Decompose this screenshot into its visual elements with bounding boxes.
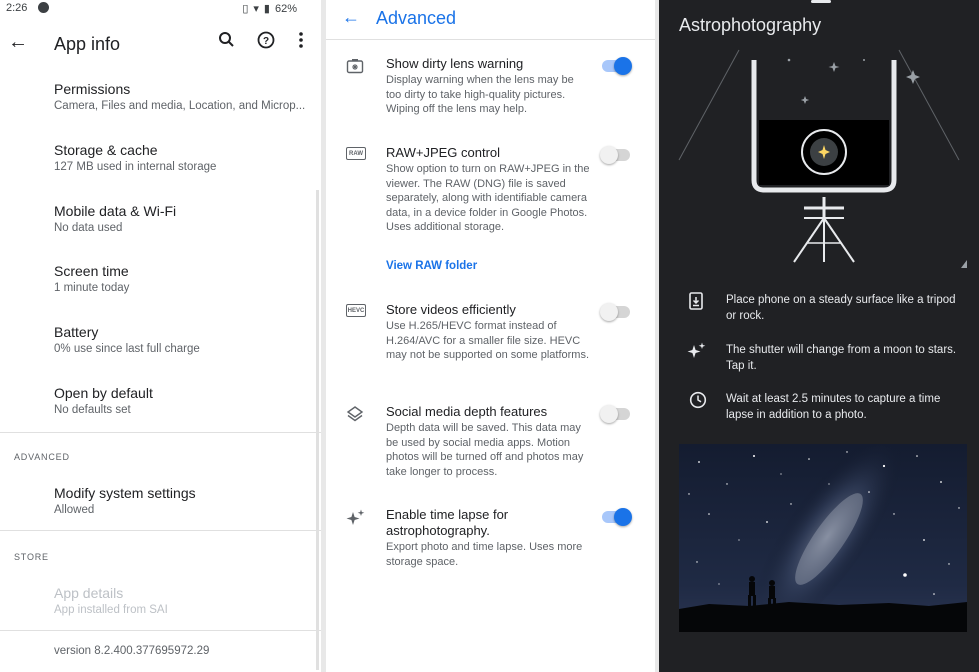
search-icon[interactable] xyxy=(218,31,235,53)
section-divider xyxy=(0,530,321,531)
item-title: App details xyxy=(54,585,124,601)
setting-title: Show dirty lens warning xyxy=(386,56,524,71)
wifi-icon: ▾ xyxy=(253,3,259,15)
page-title: Astrophotography xyxy=(679,15,822,35)
item-title: Modify system settings xyxy=(54,485,196,501)
phone-tripod-illustration xyxy=(678,49,967,268)
scrollbar[interactable] xyxy=(316,190,319,670)
section-divider xyxy=(0,432,321,433)
version-label: version 8.2.400.377695972.29 xyxy=(54,645,313,657)
toggle-knob xyxy=(600,303,618,321)
battery-item[interactable]: Battery 0% use since last full charge xyxy=(54,324,313,355)
item-subtitle: 0% use since last full charge xyxy=(54,343,200,355)
toggle-knob xyxy=(614,57,632,75)
hevc-icon: HEVC xyxy=(346,304,366,317)
battery-icon: ▮ xyxy=(263,3,270,15)
setting-title: Store videos efficiently xyxy=(386,302,516,317)
setting-title: RAW+JPEG control xyxy=(386,145,501,160)
setting-description: Display warning when the lens may be too… xyxy=(386,74,574,115)
item-title: Open by default xyxy=(54,385,153,401)
page-title: Advanced xyxy=(376,8,457,28)
view-raw-folder-link[interactable]: View RAW folder xyxy=(386,260,477,272)
clock-icon xyxy=(689,391,707,413)
app-info-screen: 2:26 ▯ ▾ ▮ 62% ← App info ? Permissions … xyxy=(0,0,321,672)
time-lapse-toggle[interactable] xyxy=(602,508,632,526)
back-arrow-icon[interactable]: ← xyxy=(342,7,360,28)
setting-description: Use H.265/HEVC format instead of H.264/A… xyxy=(386,320,589,361)
app-bar: ← Advanced xyxy=(326,0,655,40)
dirty-lens-toggle[interactable] xyxy=(602,57,632,75)
night-sky-photo xyxy=(679,444,967,632)
item-subtitle: 127 MB used in internal storage xyxy=(54,161,217,173)
tip-text: The shutter will change from a moon to s… xyxy=(726,344,957,372)
setting-description: Export photo and time lapse. Uses more s… xyxy=(386,541,583,568)
item-title: Battery xyxy=(54,324,99,340)
section-header-store: STORE xyxy=(14,552,49,562)
vibrate-icon: ▯ xyxy=(242,3,249,15)
phone-download-icon xyxy=(689,292,703,314)
tip-text: Wait at least 2.5 minutes to capture a t… xyxy=(726,393,941,421)
item-subtitle: No data used xyxy=(54,222,123,234)
setting-description: Depth data will be saved. This data may … xyxy=(386,422,584,478)
section-header-advanced: ADVANCED xyxy=(14,452,70,462)
permissions-item[interactable]: Permissions Camera, Files and media, Loc… xyxy=(54,81,313,112)
section-divider xyxy=(0,630,321,631)
back-arrow-icon[interactable]: ← xyxy=(8,31,28,54)
help-icon[interactable]: ? xyxy=(257,31,275,54)
toggle-knob xyxy=(614,508,632,526)
sparkle-icon xyxy=(687,342,707,364)
item-title: Mobile data & Wi-Fi xyxy=(54,203,177,219)
open-by-default-item[interactable]: Open by default No defaults set xyxy=(54,385,313,416)
item-subtitle: 1 minute today xyxy=(54,282,130,294)
storage-item[interactable]: Storage & cache 127 MB used in internal … xyxy=(54,142,313,173)
setting-description: Show option to turn on RAW+JPEG in the v… xyxy=(386,163,590,233)
item-subtitle: App installed from SAI xyxy=(54,604,168,616)
app-details-item: App details App installed from SAI xyxy=(54,585,313,616)
item-subtitle: Allowed xyxy=(54,504,95,516)
toggle-knob xyxy=(600,146,618,164)
svg-text:?: ? xyxy=(263,36,269,47)
notification-icon xyxy=(38,2,49,13)
sparkle-icon xyxy=(346,509,365,525)
status-time: 2:26 xyxy=(6,2,28,14)
astrophotography-screen: Astrophotography Place phone on a steady… xyxy=(659,0,979,672)
drag-handle[interactable] xyxy=(811,0,831,3)
mobile-data-item[interactable]: Mobile data & Wi-Fi No data used xyxy=(54,203,313,234)
page-title: App info xyxy=(54,34,121,54)
app-bar: ← App info ? xyxy=(0,22,321,66)
more-vert-icon[interactable] xyxy=(298,31,304,54)
tip-text: Place phone on a steady surface like a t… xyxy=(726,294,956,322)
screen-time-item[interactable]: Screen time 1 minute today xyxy=(54,263,313,294)
social-media-depth-toggle[interactable] xyxy=(600,405,630,423)
item-subtitle: No defaults set xyxy=(54,404,131,416)
layers-icon xyxy=(346,406,364,422)
advanced-settings-screen: ← Advanced Show dirty lens warning Displ… xyxy=(326,0,655,672)
item-subtitle: Camera, Files and media, Location, and M… xyxy=(54,100,306,112)
battery-percent: 62% xyxy=(274,2,297,15)
store-videos-toggle[interactable] xyxy=(600,303,630,321)
item-title: Permissions xyxy=(54,81,131,97)
dirty-lens-icon xyxy=(346,58,364,74)
status-bar: 2:26 ▯ ▾ ▮ 62% xyxy=(0,0,321,18)
item-title: Storage & cache xyxy=(54,142,158,158)
raw-jpeg-toggle[interactable] xyxy=(600,146,630,164)
status-icons: ▯ ▾ ▮ 62% xyxy=(242,2,297,16)
setting-title: Social media depth features xyxy=(386,404,548,419)
version-text: version 8.2.400.377695972.29 xyxy=(54,645,210,657)
raw-icon: RAW xyxy=(346,147,366,160)
setting-title: Enable time lapse for astrophotography. xyxy=(386,507,509,538)
item-title: Screen time xyxy=(54,263,129,279)
toggle-knob xyxy=(600,405,618,423)
modify-system-settings-item[interactable]: Modify system settings Allowed xyxy=(54,485,313,516)
